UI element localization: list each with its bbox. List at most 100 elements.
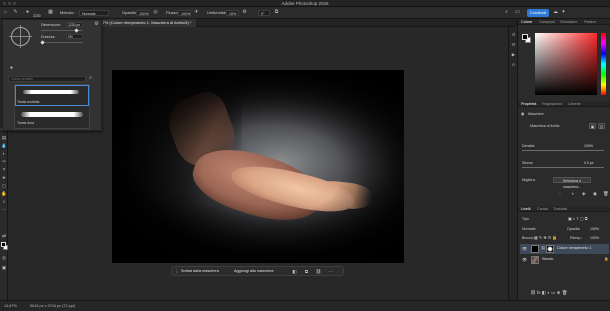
gift-icon[interactable]: ✦ <box>560 9 567 16</box>
history-icon[interactable]: ↺ <box>510 31 517 38</box>
layer-filter-select[interactable]: Tipo <box>522 217 529 221</box>
foreground-color-swatch[interactable] <box>1 242 6 247</box>
tab-adjustments[interactable]: Regolazioni <box>542 101 562 107</box>
gradient-tool-icon[interactable]: ▤ <box>1 135 7 141</box>
select-pixel-mask-button[interactable]: ▣ <box>589 123 596 129</box>
disable-mask-icon[interactable]: ◉ <box>593 191 597 197</box>
dodge-tool-icon[interactable]: ◐ <box>1 151 7 157</box>
zoom-tool-icon[interactable]: ⌕ <box>1 199 7 205</box>
tab-channels[interactable]: Canali <box>537 206 548 212</box>
brush-settings-icon[interactable]: ▦ <box>47 9 54 16</box>
invert-mask-icon[interactable]: ◧ <box>291 268 298 275</box>
tab-gradients[interactable]: Sfumature <box>560 19 578 25</box>
panel-menu-gear-icon[interactable]: ⚙ <box>93 21 100 28</box>
actions-icon[interactable]: ▶ <box>510 51 517 58</box>
soft-round-stroke <box>23 90 79 94</box>
dimension-label: Dimensione: <box>41 23 61 27</box>
quick-mask-icon[interactable]: ◎ <box>1 255 7 261</box>
dimension-slider-knob[interactable] <box>74 28 79 33</box>
density-value[interactable]: 100% <box>584 144 593 148</box>
filter-pixel-icon[interactable]: ▣ ◐ T ▢ ⧉ <box>568 216 588 221</box>
angle-input[interactable]: 0° <box>258 10 270 16</box>
subtract-from-mask-button[interactable]: Sottrai dalla maschera <box>179 268 221 275</box>
dimension-input[interactable]: 2230 px <box>66 22 83 27</box>
more-options-icon[interactable]: ⋯ <box>327 268 334 275</box>
delete-mask-icon[interactable]: 🗑 <box>603 191 609 197</box>
brush-preset-icon[interactable]: ● <box>24 9 31 16</box>
mask-link-icon[interactable]: ⛓ <box>315 268 322 275</box>
pen-tool-icon[interactable]: ✑ <box>1 159 7 165</box>
tab-layers[interactable]: Livelli <box>521 206 531 212</box>
density-label: Densità: <box>522 144 536 148</box>
visibility-eye-icon[interactable]: 👁 <box>522 257 527 262</box>
add-vector-mask-button[interactable]: ◫ <box>598 123 605 129</box>
color-picker-field[interactable] <box>535 33 597 95</box>
flow-input[interactable]: 100% <box>178 10 191 16</box>
tab-libraries[interactable]: Librerie <box>568 101 581 107</box>
brush-tool-icon[interactable]: ✎ <box>12 9 19 16</box>
lock-icons[interactable]: ▦ ✎ ✥ ⊡ 🔒 <box>534 235 557 240</box>
more-tools-icon[interactable]: ⋯ <box>1 207 7 213</box>
layer-row[interactable]: 👁 Sfondo 🔒 <box>520 255 609 265</box>
density-slider[interactable] <box>522 150 604 151</box>
brush-search-input[interactable]: Cerca pennelli <box>8 76 86 82</box>
type-tool-icon[interactable]: T <box>1 167 7 173</box>
document-tab[interactable]: 14,7% (Colore riempimento 1, Maschera di… <box>92 19 197 27</box>
zoom-level[interactable]: 14,67% <box>4 304 17 308</box>
hue-slider[interactable] <box>601 33 606 95</box>
method-select[interactable]: Normale <box>79 10 109 16</box>
tab-paths[interactable]: Tracciati <box>553 206 567 212</box>
rectangle-tool-icon[interactable]: ▢ <box>1 183 7 189</box>
tab-swatches[interactable]: Campioni <box>539 19 555 25</box>
document-image[interactable] <box>112 70 404 263</box>
feather-slider[interactable] <box>522 167 604 168</box>
tab-color[interactable]: Colore <box>521 19 532 25</box>
layer-row[interactable]: 👁 ⛓ Colore riempimento 1 <box>520 244 609 254</box>
recent-brush-icon[interactable]: ● <box>8 65 15 72</box>
path-selection-tool-icon[interactable]: ➤ <box>1 175 7 181</box>
symmetry-icon[interactable]: ⧉ <box>273 9 280 16</box>
home-icon[interactable]: ⌂ <box>2 9 9 16</box>
link-icon[interactable]: ⛓ <box>541 246 546 250</box>
panel-foreground-swatch[interactable] <box>522 34 528 40</box>
fill-value[interactable]: 100% <box>590 236 599 240</box>
opacity-input[interactable]: 100% <box>136 10 149 16</box>
search-icon[interactable]: ⌕ <box>87 75 94 82</box>
brush-preset-list[interactable]: Tonda morbida Tonda dura <box>14 84 90 129</box>
character-icon[interactable]: A <box>510 61 517 68</box>
select-and-mask-button[interactable]: Seleziona e maschera... <box>553 177 591 189</box>
tab-properties[interactable]: Proprietà <box>521 101 536 107</box>
load-selection-icon[interactable]: ◌ <box>558 191 561 196</box>
mask-options-icon[interactable]: ⧉ <box>303 268 310 275</box>
airbrush-icon[interactable]: ✈ <box>193 9 200 16</box>
hardness-slider[interactable] <box>41 42 83 43</box>
pressure-opacity-icon[interactable]: ◎ <box>152 9 159 16</box>
swap-colors-icon[interactable]: ⇄ <box>1 233 7 239</box>
cloud-icon[interactable]: ☁ <box>552 9 559 16</box>
layer-name[interactable]: Colore riempimento 1 <box>557 246 591 250</box>
hardness-slider-knob[interactable] <box>40 40 45 45</box>
apply-mask-icon[interactable]: ◈ <box>582 191 585 197</box>
feather-value[interactable]: 0,0 px <box>584 161 594 165</box>
add-to-mask-button[interactable]: Aggiungi alla maschera <box>232 268 275 275</box>
gear-icon[interactable]: ⚙ <box>241 9 248 16</box>
flow-label: Flusso: <box>166 10 179 15</box>
smoothing-input[interactable]: 10% <box>226 10 239 16</box>
share-button[interactable]: Condividi <box>527 9 549 17</box>
layer-opacity-value[interactable]: 100% <box>590 227 599 231</box>
mask-thumbnail[interactable] <box>546 245 554 253</box>
hand-tool-icon[interactable]: ✋ <box>1 191 7 197</box>
hardness-input[interactable]: 0% <box>66 34 83 39</box>
layer-footer-icons[interactable]: ⛓ fx ◧ ◐ ▭ ⊕ 🗑 <box>530 290 567 296</box>
invert-icon[interactable]: ◑ <box>571 191 574 196</box>
layer-name[interactable]: Sfondo <box>542 257 553 261</box>
search-icon[interactable]: ⌕ <box>503 9 510 16</box>
comments-icon[interactable]: ✉ <box>510 41 517 48</box>
masks-title: Maschere <box>528 112 544 116</box>
blur-tool-icon[interactable]: 💧 <box>1 143 7 149</box>
blend-mode-select[interactable]: Normale <box>522 227 536 231</box>
workspace-icon[interactable]: ▭ <box>514 9 521 16</box>
screen-mode-icon[interactable]: ▣ <box>1 265 7 271</box>
visibility-eye-icon[interactable]: 👁 <box>522 246 527 251</box>
tab-patterns[interactable]: Pattern <box>584 19 596 25</box>
